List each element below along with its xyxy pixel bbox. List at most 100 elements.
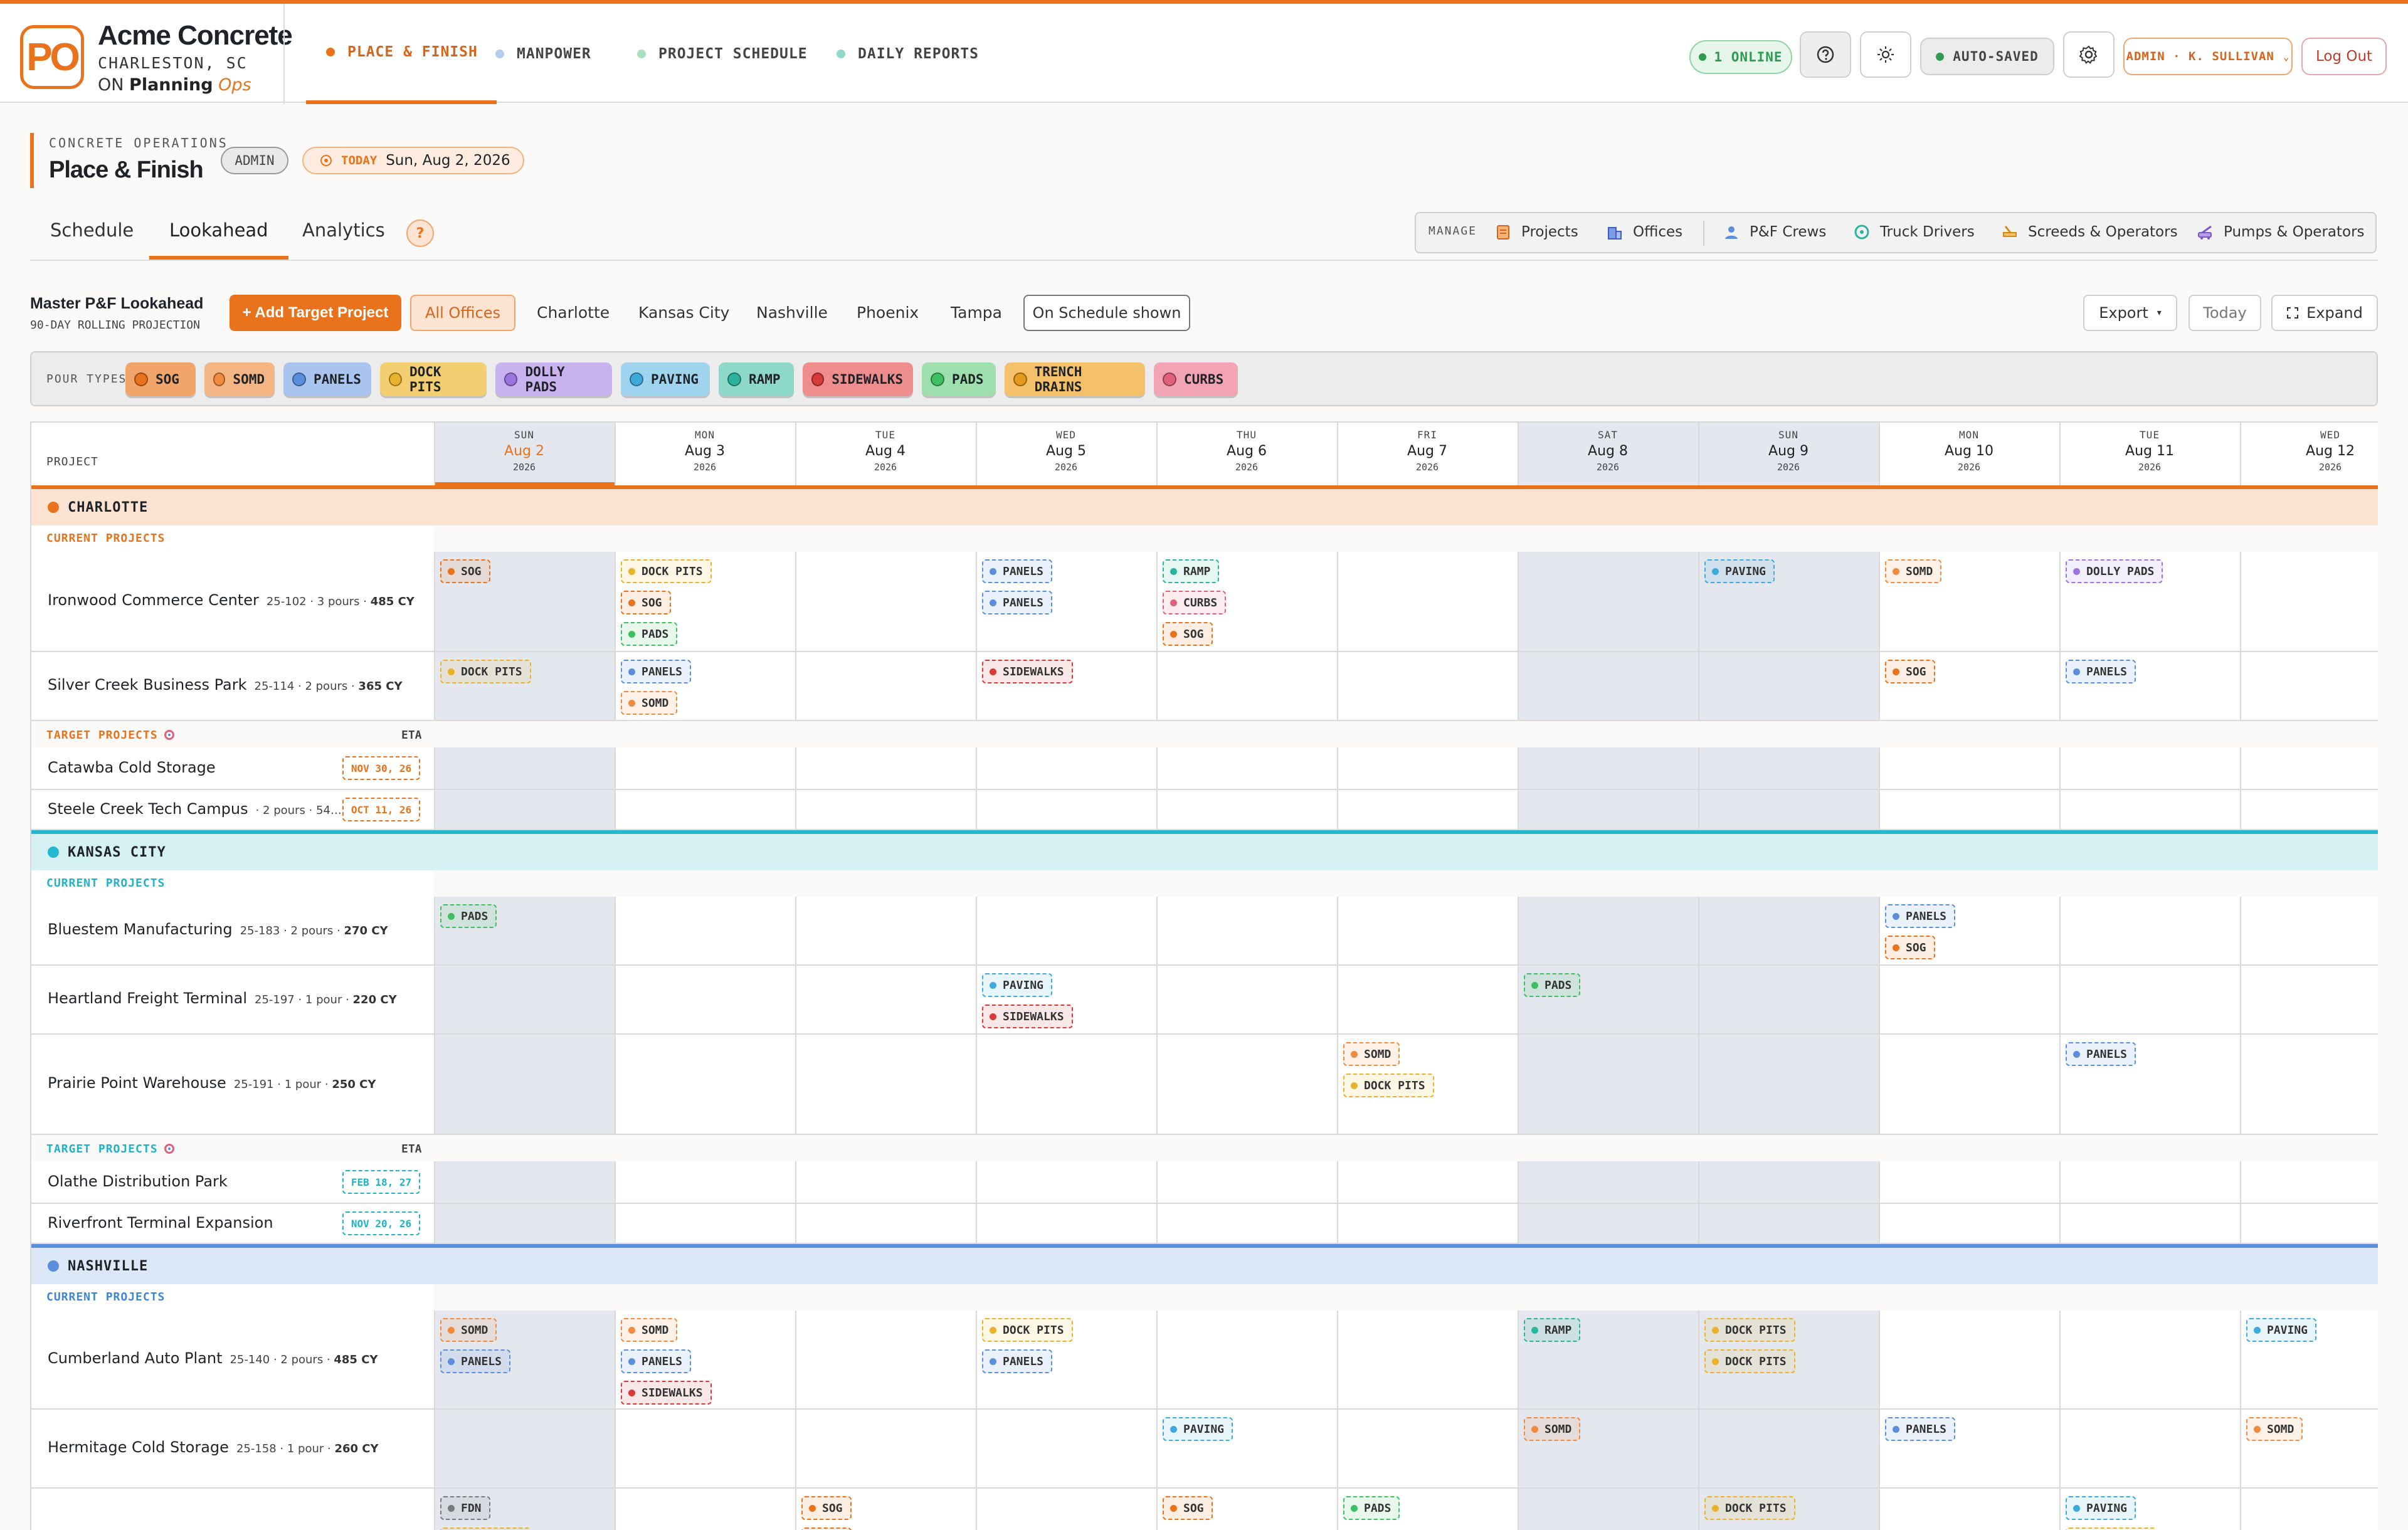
project-name[interactable]: Prairie Point Warehouse 25-191 · 1 pour ·… bbox=[48, 1074, 376, 1092]
pour-tag[interactable]: DOCK PITS bbox=[2066, 1527, 2157, 1530]
pour-tag[interactable]: SOMD bbox=[1524, 1417, 1581, 1441]
office-filter-tampa[interactable]: Tampa bbox=[951, 303, 1002, 322]
pour-tag[interactable]: PAVING bbox=[2246, 1318, 2317, 1342]
office-filter-all[interactable]: All Offices bbox=[410, 295, 515, 331]
nav-place-finish[interactable]: PLACE & FINISH bbox=[306, 4, 497, 104]
chip-paving[interactable]: PAVING bbox=[621, 362, 710, 396]
chip-sidewalks[interactable]: SIDEWALKS bbox=[803, 362, 913, 396]
pour-tag[interactable]: PANELS bbox=[982, 591, 1053, 615]
office-filter-nashville[interactable]: Nashville bbox=[756, 303, 828, 322]
pour-tag[interactable]: SIDEWALKS bbox=[982, 1005, 1073, 1028]
pour-tag[interactable]: DOLLY PADS bbox=[2066, 559, 2163, 583]
tab-lookahead[interactable]: Lookahead bbox=[149, 219, 288, 260]
office-filter-charlotte[interactable]: Charlotte bbox=[537, 303, 610, 322]
pour-tag[interactable]: PANELS bbox=[621, 1349, 692, 1373]
settings-button[interactable] bbox=[2063, 31, 2115, 78]
help-button[interactable] bbox=[1800, 31, 1851, 78]
target-project-name[interactable]: Olathe Distribution Park bbox=[48, 1173, 235, 1190]
pour-tag[interactable]: SOMD bbox=[2246, 1417, 2303, 1441]
pour-tag[interactable]: FDN bbox=[440, 1496, 490, 1520]
chip-ramp[interactable]: RAMP bbox=[719, 362, 794, 396]
pour-tag[interactable]: PANELS bbox=[982, 559, 1053, 583]
project-name[interactable]: Silver Creek Business Park 25-114 · 2 pou… bbox=[48, 676, 403, 694]
pour-tag[interactable]: SOG bbox=[621, 591, 671, 615]
pour-tag[interactable]: RAMP bbox=[1524, 1318, 1581, 1342]
tab-analytics[interactable]: Analytics bbox=[302, 219, 385, 241]
office-band-charlotte[interactable]: CHARLOTTE bbox=[31, 489, 2378, 525]
pour-tag[interactable]: PADS bbox=[621, 622, 678, 646]
pour-tag[interactable]: PADS bbox=[440, 904, 497, 928]
today-button[interactable]: Today bbox=[2189, 295, 2261, 331]
chip-sog[interactable]: SOG bbox=[125, 362, 196, 396]
pour-tag[interactable]: SOMD bbox=[440, 1318, 497, 1342]
app-logo[interactable]: PO bbox=[20, 25, 84, 89]
manage-projects[interactable]: Projects bbox=[1495, 216, 1578, 248]
manage-truck-drivers[interactable]: Truck Drivers bbox=[1854, 216, 1975, 248]
pour-tag[interactable]: PAVING bbox=[2066, 1496, 2136, 1520]
project-name[interactable]: Heartland Freight Terminal 25-197 · 1 pou… bbox=[48, 989, 397, 1007]
pour-tag[interactable]: PAVING bbox=[1704, 559, 1775, 583]
office-filter-phoenix[interactable]: Phoenix bbox=[857, 303, 919, 322]
pour-tag[interactable]: CURBS bbox=[1163, 591, 1227, 615]
pour-tag[interactable]: PADS bbox=[1524, 973, 1581, 997]
manage-pumps[interactable]: Pumps & Operators bbox=[2197, 216, 2365, 248]
chip-panels[interactable]: PANELS bbox=[283, 362, 371, 396]
pour-tag[interactable]: PANELS bbox=[1885, 1417, 1956, 1441]
pour-tag[interactable]: SIDEWALKS bbox=[621, 1381, 712, 1405]
nav-manpower[interactable]: MANPOWER bbox=[495, 4, 591, 104]
pour-tag[interactable]: SOG bbox=[1163, 1496, 1213, 1520]
pour-tag[interactable]: SOG bbox=[1885, 936, 1935, 959]
nav-project-schedule[interactable]: PROJECT SCHEDULE bbox=[637, 4, 808, 104]
chip-dock-pits[interactable]: DOCK PITS bbox=[380, 362, 487, 396]
project-name[interactable]: Ironwood Commerce Center 25-102 · 3 pours… bbox=[48, 591, 415, 609]
pour-tag[interactable]: DOCK PITS bbox=[1704, 1349, 1795, 1373]
pour-tag[interactable]: SOMD bbox=[1885, 559, 1942, 583]
project-name[interactable]: Bluestem Manufacturing 25-183 · 2 pours ·… bbox=[48, 921, 388, 938]
help-circle-icon[interactable]: ? bbox=[406, 219, 434, 247]
expand-button[interactable]: Expand bbox=[2271, 295, 2378, 331]
on-schedule-toggle[interactable]: On Schedule shown bbox=[1023, 295, 1190, 331]
logout-button[interactable]: Log Out bbox=[2301, 38, 2387, 75]
pour-tag[interactable]: SOG bbox=[440, 559, 490, 583]
pour-tag[interactable]: SOG bbox=[801, 1496, 852, 1520]
target-project-name[interactable]: Riverfront Terminal Expansion bbox=[48, 1214, 281, 1232]
chip-somd[interactable]: SOMD bbox=[204, 362, 275, 396]
pour-tag[interactable]: SIDEWALKS bbox=[982, 660, 1073, 683]
pour-tag[interactable]: DOCK PITS bbox=[1343, 1074, 1434, 1097]
pour-tag[interactable]: PAVING bbox=[1163, 1417, 1233, 1441]
pour-tag[interactable]: SOG bbox=[801, 1527, 852, 1530]
project-name[interactable]: Hermitage Cold Storage 25-158 · 1 pour · … bbox=[48, 1438, 379, 1456]
target-project-name[interactable]: Catawba Cold Storage bbox=[48, 759, 223, 776]
nav-daily-reports[interactable]: DAILY REPORTS bbox=[837, 4, 979, 104]
pour-tag[interactable]: PANELS bbox=[621, 660, 692, 683]
chip-curbs[interactable]: CURBS bbox=[1154, 362, 1238, 396]
pour-tag[interactable]: SOMD bbox=[1343, 1042, 1400, 1066]
theme-button[interactable] bbox=[1860, 31, 1911, 78]
pour-tag[interactable]: SOMD bbox=[621, 1318, 678, 1342]
pour-tag[interactable]: PADS bbox=[1343, 1496, 1400, 1520]
pour-tag[interactable]: DOCK PITS bbox=[1704, 1496, 1795, 1520]
manage-offices[interactable]: Offices bbox=[1607, 216, 1682, 248]
pour-tag[interactable]: PANELS bbox=[982, 1349, 1053, 1373]
pour-tag[interactable]: DOCK PITS bbox=[440, 660, 531, 683]
pour-tag[interactable]: PANELS bbox=[440, 1349, 511, 1373]
pour-tag[interactable]: PAVING bbox=[982, 973, 1053, 997]
office-band-kansas-city[interactable]: KANSAS CITY bbox=[31, 834, 2378, 870]
pour-tag[interactable]: SOMD bbox=[621, 691, 678, 715]
add-target-project-button[interactable]: + Add Target Project bbox=[230, 295, 401, 331]
chip-pads[interactable]: PADS bbox=[922, 362, 996, 396]
manage-screeds[interactable]: Screeds & Operators bbox=[2002, 216, 2178, 248]
pour-tag[interactable]: RAMP bbox=[1163, 559, 1220, 583]
office-band-nashville[interactable]: NASHVILLE bbox=[31, 1248, 2378, 1284]
manage-crews[interactable]: P&F Crews bbox=[1723, 216, 1826, 248]
target-project-name[interactable]: Steele Creek Tech Campus · 2 pours · 54… bbox=[48, 800, 342, 818]
pour-tag[interactable]: PANELS bbox=[2066, 660, 2136, 683]
pour-tag[interactable]: SOG bbox=[1163, 622, 1213, 646]
chip-dolly-pads[interactable]: DOLLY PADS bbox=[495, 362, 612, 396]
tab-schedule[interactable]: Schedule bbox=[50, 219, 134, 241]
user-menu[interactable]: ADMIN · K. SULLIVAN ⌄ bbox=[2123, 38, 2293, 75]
export-button[interactable]: Export ▾ bbox=[2083, 295, 2177, 331]
pour-tag[interactable]: PANELS bbox=[2066, 1042, 2136, 1066]
pour-tag[interactable]: DOCK PITS bbox=[982, 1318, 1073, 1342]
chip-trench-drains[interactable]: TRENCH DRAINS bbox=[1005, 362, 1145, 396]
